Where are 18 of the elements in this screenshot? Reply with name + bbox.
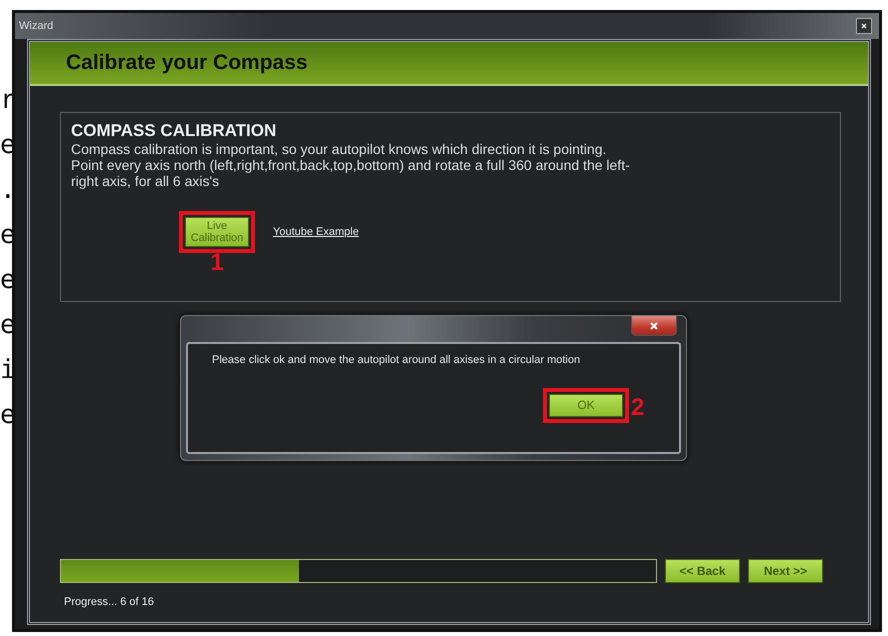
window-title: Wizard xyxy=(19,20,54,32)
close-button[interactable] xyxy=(631,316,677,336)
next-button[interactable]: Next >> xyxy=(748,559,823,583)
close-button[interactable] xyxy=(856,18,872,34)
progress-text: Progress... 6 of 16 xyxy=(64,596,155,608)
step-number: 2 xyxy=(631,396,644,420)
dialog-message: Please click ok and move the autopilot around all axises in a circular motion xyxy=(212,354,582,366)
document-letter: . xyxy=(0,174,12,207)
back-button[interactable]: << Back xyxy=(665,559,740,583)
youtube-link[interactable]: Youtube Example xyxy=(273,226,359,238)
live-calibration-button[interactable]: Live Calibration xyxy=(185,217,249,247)
close-icon[interactable] xyxy=(860,22,868,30)
section-heading: COMPASS CALIBRATION xyxy=(71,121,278,141)
page-title: Calibrate your Compass xyxy=(66,51,308,75)
step-number: 1 xyxy=(210,251,224,275)
ok-button[interactable]: OK xyxy=(549,394,623,416)
section-text: Compass calibration is important, so your autopilot knows which direction it is pointing. Point every axis north (left,right,front,back,top,bottom) and rotate a full 360 around the left-right axis, for all 6 axis's xyxy=(71,141,631,189)
close-icon[interactable] xyxy=(648,320,660,332)
